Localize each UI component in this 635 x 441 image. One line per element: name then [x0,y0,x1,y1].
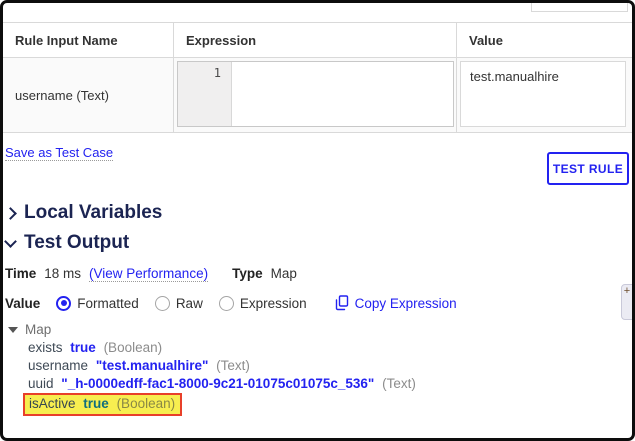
type-value: Map [271,266,297,281]
highlight-annotation: isActive true (Boolean) [23,393,182,416]
radio-unselected-icon [155,296,170,311]
test-output-section-header[interactable]: Test Output [6,232,129,254]
entry-type: (Text) [216,358,250,373]
tree-entry-isactive: isActive true (Boolean) [8,393,416,416]
entry-type: (Boolean) [104,340,163,355]
radio-raw[interactable]: Raw [155,296,203,311]
radio-expression-label: Expression [240,296,307,311]
radio-formatted-label: Formatted [77,296,139,311]
time-label: Time [5,266,36,281]
radio-expression[interactable]: Expression [219,296,307,311]
radio-selected-icon [56,296,71,311]
tree-entry-exists: exists true (Boolean) [8,339,416,357]
entry-key: uuid [28,376,54,391]
value-format-row: Value Formatted Raw Expression Copy Expr… [5,293,457,313]
entry-value: "test.manualhire" [96,358,209,373]
time-type-row: Time 18 ms (View Performance) Type Map [5,266,297,282]
rule-input-name-cell: username (Text) [3,58,173,132]
type-label: Type [232,266,263,281]
entry-value: true [83,396,109,411]
value-label: Value [5,296,40,311]
test-output-label: Test Output [24,232,129,254]
partial-top-input[interactable] [531,0,628,12]
copy-icon [335,295,349,311]
tree-root-row[interactable]: Map [8,321,416,339]
radio-formatted[interactable]: Formatted [56,296,139,311]
entry-key: exists [28,340,63,355]
entry-key: username [28,358,88,373]
local-variables-section-header[interactable]: Local Variables [6,202,162,224]
expression-code-area[interactable] [232,62,453,126]
radio-raw-label: Raw [176,296,203,311]
copy-expression-link[interactable]: Copy Expression [335,295,457,311]
view-performance-link[interactable]: (View Performance) [89,266,208,282]
test-rule-button[interactable]: TEST RULE [547,152,629,185]
entry-value: true [70,340,96,355]
value-input[interactable]: test.manualhire [460,61,626,127]
rule-inputs-table-header: Rule Input Name Expression Value [3,22,632,58]
column-header-expression: Expression [173,23,456,57]
local-variables-label: Local Variables [24,202,162,224]
tree-root-label: Map [25,321,51,339]
chevron-down-icon [4,235,17,248]
column-header-value: Value [456,23,632,57]
rule-test-panel: Rule Input Name Expression Value usernam… [0,0,635,441]
entry-value: "_h-0000edff-fac1-8000-9c21-01075c01075c… [61,376,374,391]
radio-unselected-icon [219,296,234,311]
column-header-rule-input-name: Rule Input Name [3,23,173,57]
copy-expression-label: Copy Expression [355,296,457,311]
save-as-test-case-link[interactable]: Save as Test Case [5,145,113,161]
time-value: 18 ms [44,266,81,281]
panel-handle[interactable]: + [621,284,633,320]
entry-key: isActive [29,396,76,411]
expression-line-number: 1 [178,62,232,126]
tree-entry-username: username "test.manualhire" (Text) [8,357,416,375]
expression-editor[interactable]: 1 [177,61,454,127]
entry-type: (Boolean) [117,396,176,411]
tree-collapse-icon[interactable] [8,327,18,333]
tree-entry-uuid: uuid "_h-0000edff-fac1-8000-9c21-01075c0… [8,375,416,393]
entry-type: (Text) [382,376,416,391]
output-tree: Map exists true (Boolean) username "test… [8,321,416,416]
chevron-right-icon [4,207,17,220]
